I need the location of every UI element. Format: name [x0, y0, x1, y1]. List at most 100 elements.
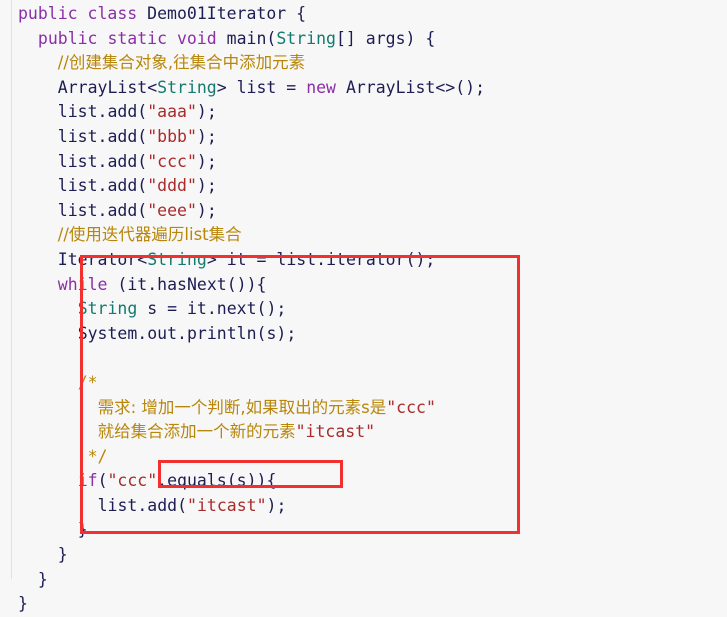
code-token: ()){ [226, 274, 267, 294]
code-line[interactable]: 需求: 增加一个判断,如果取出的元素s是"ccc" [0, 396, 727, 421]
code-token: hasNext [157, 274, 227, 294]
code-token: */ [77, 446, 108, 466]
code-token: . [157, 471, 168, 491]
code-token: )){ [246, 471, 277, 491]
code-line[interactable]: public static void main(String[] args) { [0, 27, 727, 52]
code-token: "bbb" [147, 126, 197, 146]
code-content[interactable]: public class Demo01Iterator {public stat… [0, 0, 727, 617]
code-token: String [157, 77, 217, 97]
code-line[interactable]: ArrayList<String> list = new ArrayList<>… [0, 76, 727, 101]
code-line[interactable]: } [0, 592, 727, 617]
code-token: add [107, 126, 138, 146]
code-line[interactable]: } [0, 543, 727, 568]
code-token: "ccc" [386, 397, 436, 417]
code-token: > [216, 77, 237, 97]
code-token: list [236, 77, 277, 97]
code-token: ); [196, 102, 217, 122]
code-line[interactable]: */ [0, 445, 727, 470]
code-token: Iterator [57, 249, 138, 269]
code-line[interactable]: System.out.println(s); [0, 322, 727, 347]
code-token: "ccc" [147, 151, 197, 171]
code-editor[interactable]: public class Demo01Iterator {public stat… [0, 0, 727, 613]
code-line[interactable]: list.add("itcast"); [0, 494, 727, 519]
code-token: while [57, 274, 108, 294]
code-token: "eee" [147, 200, 197, 220]
code-line[interactable]: list.add("bbb"); [0, 125, 727, 150]
code-token: } [18, 594, 28, 614]
code-token: //创建集合对象,往集合中添加元素 [57, 53, 306, 73]
code-line[interactable]: list.add("ddd"); [0, 174, 727, 199]
code-token: out [147, 323, 178, 343]
code-token: s [147, 299, 158, 319]
code-line[interactable]: list.add("aaa"); [0, 100, 727, 125]
code-line[interactable]: //使用迭代器遍历list集合 [0, 223, 727, 248]
code-line[interactable]: //创建集合对象,往集合中添加元素 [0, 51, 727, 76]
code-token: equals [167, 471, 227, 491]
code-token: ( [177, 495, 188, 515]
code-token: = [246, 249, 277, 269]
code-line[interactable]: if("ccc".equals(s)){ [0, 469, 727, 494]
code-token: ArrayList [57, 77, 148, 97]
code-token: it [226, 249, 247, 269]
code-token: { [425, 28, 436, 48]
code-token: "itcast" [187, 495, 267, 515]
code-token: list [57, 200, 98, 220]
code-line[interactable]: public class Demo01Iterator { [0, 2, 727, 27]
code-token: "itcast" [295, 422, 376, 442]
code-token: > [206, 249, 227, 269]
code-line[interactable] [0, 346, 727, 371]
code-token: <>(); [435, 77, 486, 97]
code-token: ArrayList [345, 77, 436, 97]
code-line[interactable]: /* [0, 371, 727, 396]
code-token: ); [196, 151, 217, 171]
code-token: Demo01Iterator [147, 4, 287, 23]
code-token: String [147, 249, 207, 269]
code-token: if [77, 471, 98, 491]
code-line[interactable]: 就给集合添加一个新的元素"itcast" [0, 420, 727, 445]
code-token: ( [107, 274, 128, 294]
code-line[interactable]: String s = it.next(); [0, 297, 727, 322]
code-line[interactable]: while (it.hasNext()){ [0, 273, 727, 298]
code-token: s [266, 323, 277, 343]
code-token: add [107, 176, 138, 196]
code-token: ); [196, 126, 217, 146]
code-token: next [216, 299, 257, 319]
code-token: = [157, 299, 187, 319]
code-token: . [147, 274, 158, 294]
code-token: static [107, 28, 168, 48]
code-token: (); [256, 299, 287, 319]
code-token: . [97, 200, 108, 220]
code-line[interactable]: list.add("eee"); [0, 199, 727, 224]
code-token: new [306, 77, 336, 97]
code-token: list [57, 102, 98, 122]
code-token: ( [137, 200, 148, 220]
code-token: . [137, 495, 148, 515]
code-token: args [365, 28, 406, 48]
code-token: add [107, 151, 138, 171]
code-token: println [186, 323, 257, 343]
code-line[interactable]: Iterator<String> it = list.iterator(); [0, 248, 727, 273]
code-token: String [276, 28, 336, 48]
code-token: 就给集合添加一个新的元素 [97, 422, 296, 442]
code-token: . [206, 299, 217, 319]
code-line[interactable]: } [0, 568, 727, 593]
code-token: ( [137, 151, 148, 171]
code-token: } [37, 569, 48, 589]
code-token: iterator [326, 249, 406, 269]
code-token: . [97, 176, 108, 196]
code-token: ( [137, 102, 148, 122]
code-line[interactable]: } [0, 518, 727, 543]
code-token: list [57, 151, 98, 171]
code-token: . [316, 249, 327, 269]
code-token: ); [196, 176, 217, 196]
code-token: [] [335, 28, 366, 48]
code-token: } [77, 520, 88, 540]
code-token: . [97, 126, 108, 146]
code-line[interactable]: list.add("ccc"); [0, 150, 727, 175]
